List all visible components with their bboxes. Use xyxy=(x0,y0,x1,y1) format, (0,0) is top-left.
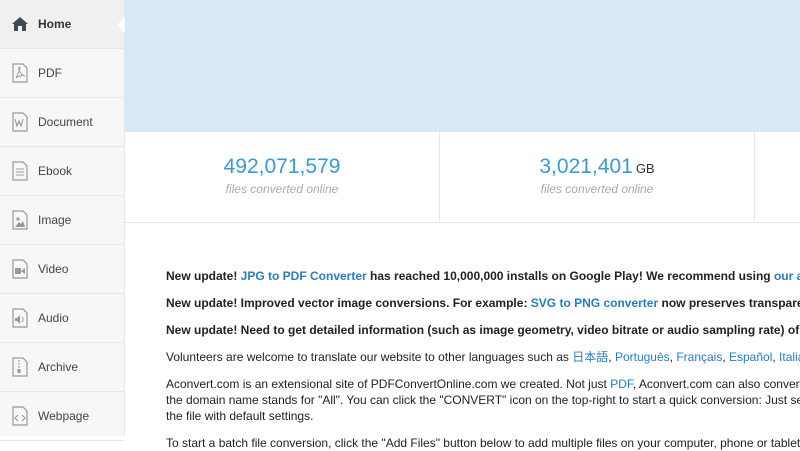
about-paragraph: Aconvert.com is an extensional site of P… xyxy=(166,376,800,424)
sidebar-item-label: Image xyxy=(38,213,72,227)
update-text: New update! xyxy=(166,269,241,283)
files-converted-count: 492,071,579 xyxy=(223,155,341,178)
about-text: the domain name stands for "All". You ca… xyxy=(166,393,800,407)
webpage-icon xyxy=(10,405,30,427)
pdf-icon xyxy=(10,62,30,84)
jpg-to-pdf-link[interactable]: JPG to PDF Converter xyxy=(241,269,367,283)
svg-to-png-link[interactable]: SVG to PNG converter xyxy=(531,296,658,310)
size-converted-caption: files converted online xyxy=(540,182,654,196)
image-icon xyxy=(10,209,30,231)
home-icon xyxy=(10,13,30,35)
our-apps-link[interactable]: our apps xyxy=(774,269,800,283)
size-unit: GB xyxy=(635,161,655,176)
sidebar-item-label: Home xyxy=(38,17,72,31)
update-text: now preserves transparent xyxy=(658,296,800,310)
update-text: New update! Improved vector image conver… xyxy=(166,296,531,310)
pdf-link[interactable]: PDF xyxy=(610,377,633,391)
update-notice-3: New update! Need to get detailed informa… xyxy=(166,323,800,337)
video-icon xyxy=(10,258,30,280)
sidebar-item-pdf[interactable]: PDF xyxy=(0,49,124,98)
about-text: , Aconvert.com can also convert all xyxy=(632,377,800,391)
document-icon xyxy=(10,111,30,133)
sidebar-item-webpage[interactable]: Webpage xyxy=(0,392,124,441)
ebook-icon xyxy=(10,160,30,182)
volunteers-paragraph: Volunteers are welcome to translate our … xyxy=(166,349,800,365)
files-converted-stat: 492,071,579 files converted online xyxy=(125,132,440,222)
sidebar-item-label: Webpage xyxy=(38,409,90,423)
lang-spanish-link[interactable]: Español xyxy=(729,350,772,364)
sidebar-item-label: PDF xyxy=(38,66,62,80)
lang-french-link[interactable]: Français xyxy=(676,350,722,364)
sidebar-item-label: Video xyxy=(38,262,69,276)
volunteers-text: Volunteers are welcome to translate our … xyxy=(166,350,573,364)
lang-portuguese-link[interactable]: Português xyxy=(615,350,670,364)
sidebar-item-ebook[interactable]: Ebook xyxy=(0,147,124,196)
update-text: has reached 10,000,000 installs on Googl… xyxy=(366,269,774,283)
sidebar-item-label: Ebook xyxy=(38,164,73,178)
archive-icon xyxy=(10,356,30,378)
sidebar-item-image[interactable]: Image xyxy=(0,196,124,245)
sidebar-item-home[interactable]: Home xyxy=(0,0,125,49)
sidebar: Home PDF Document Ebook Image Video Audi… xyxy=(0,0,125,441)
sidebar-item-audio[interactable]: Audio xyxy=(0,294,124,343)
sidebar-item-label: Audio xyxy=(38,311,69,325)
lang-japanese-link[interactable]: 日本語 xyxy=(572,350,608,364)
update-notice-2: New update! Improved vector image conver… xyxy=(166,295,800,311)
hero-banner xyxy=(125,0,800,132)
main-content: New update! JPG to PDF Converter has rea… xyxy=(166,268,800,451)
sidebar-item-video[interactable]: Video xyxy=(0,245,124,294)
size-converted-stat: 3,021,401 GB files converted online xyxy=(440,132,755,222)
sidebar-item-label: Archive xyxy=(38,360,79,374)
audio-icon xyxy=(10,307,30,329)
batch-paragraph: To start a batch file conversion, click … xyxy=(166,436,800,450)
about-text: the file with default settings. xyxy=(166,409,314,423)
about-text: Aconvert.com is an extensional site of P… xyxy=(166,377,611,391)
files-converted-caption: files converted online xyxy=(225,182,339,196)
stats-bar: 492,071,579 files converted online 3,021… xyxy=(125,132,800,223)
sidebar-item-archive[interactable]: Archive xyxy=(0,343,124,392)
sidebar-item-document[interactable]: Document xyxy=(0,98,124,147)
sidebar-item-label: Document xyxy=(38,115,93,129)
lang-italian-link[interactable]: Italiano xyxy=(779,350,800,364)
size-converted-count: 3,021,401 xyxy=(539,155,633,178)
update-notice-1: New update! JPG to PDF Converter has rea… xyxy=(166,268,800,284)
